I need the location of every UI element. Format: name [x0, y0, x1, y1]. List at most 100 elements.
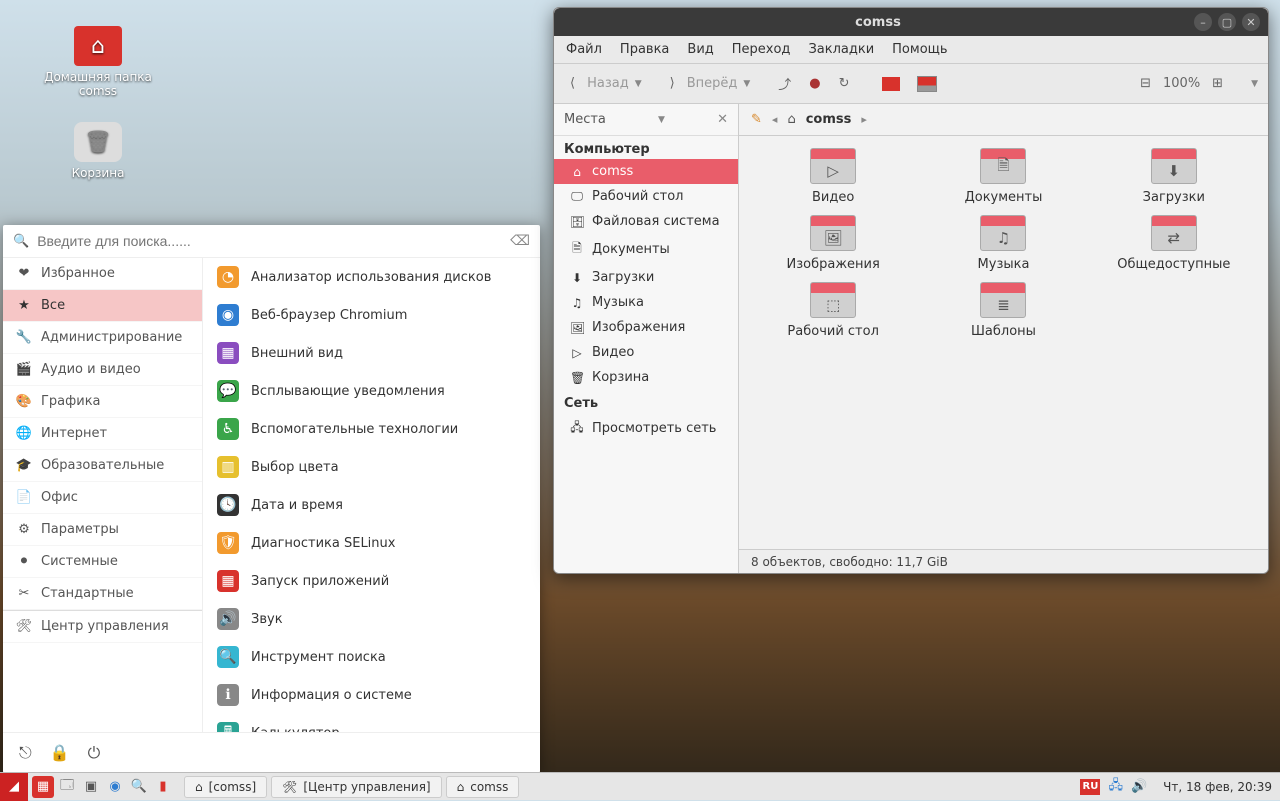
menubar-item[interactable]: Правка: [620, 42, 669, 57]
close-button[interactable]: ✕: [1242, 13, 1260, 31]
menu-app[interactable]: ◔Анализатор использования дисков: [203, 258, 540, 296]
file-item[interactable]: ⬇Загрузки: [1092, 148, 1256, 205]
file-item[interactable]: 🗎Документы: [921, 148, 1085, 205]
file-item[interactable]: ▷Видео: [751, 148, 915, 205]
menu-app[interactable]: 🔍Инструмент поиска: [203, 638, 540, 676]
taskbar-task[interactable]: 🛠[Центр управления]: [271, 776, 441, 798]
places-item[interactable]: 🖧Просмотреть сеть: [554, 413, 738, 444]
computer-toolbar-button[interactable]: [912, 73, 942, 95]
menu-app[interactable]: ◉Веб-браузер Chromium: [203, 296, 540, 334]
clear-search-icon[interactable]: ⌫: [510, 233, 530, 249]
back-history-drop[interactable]: ▼: [635, 79, 642, 89]
zoom-in-button[interactable]: ⊞: [1206, 72, 1229, 95]
view-mode-drop[interactable]: ▼: [1251, 79, 1258, 89]
maximize-button[interactable]: ▢: [1218, 13, 1236, 31]
path-bar: ✎ ◂ ⌂ comss ▸: [739, 104, 1268, 136]
taskbar-task[interactable]: ⌂[comss]: [184, 776, 267, 798]
home-toolbar-button[interactable]: [876, 73, 906, 95]
file-item[interactable]: ⇄Общедоступные: [1092, 215, 1256, 272]
menu-category[interactable]: 🔧Администрирование: [3, 322, 202, 354]
launcher-search-icon[interactable]: 🔍: [128, 776, 150, 798]
menubar-item[interactable]: Файл: [566, 42, 602, 57]
file-item[interactable]: ♫Музыка: [921, 215, 1085, 272]
desktop-icon-home[interactable]: ⌂ Домашняя папка comss: [38, 26, 158, 98]
places-item[interactable]: 🗎Документы: [554, 234, 738, 265]
launcher-browser-icon[interactable]: ◉: [104, 776, 126, 798]
menu-category[interactable]: ⚙Параметры: [3, 514, 202, 546]
file-item[interactable]: ⬚Рабочий стол: [751, 282, 915, 339]
power-button[interactable]: ⏻: [88, 743, 101, 763]
network-tray-icon[interactable]: 🖧: [1108, 776, 1123, 798]
menu-app[interactable]: 💬Всплывающие уведомления: [203, 372, 540, 410]
reload-button[interactable]: ↻: [833, 72, 856, 95]
path-next-icon[interactable]: ▸: [861, 113, 867, 126]
path-prev-icon[interactable]: ◂: [772, 113, 778, 126]
menu-category[interactable]: 📄Офис: [3, 482, 202, 514]
menu-app[interactable]: 🕓Дата и время: [203, 486, 540, 524]
places-item[interactable]: 🖵Рабочий стол: [554, 184, 738, 209]
menu-category[interactable]: ★Все: [3, 290, 202, 322]
launcher-workspace-icon[interactable]: ▦: [32, 776, 54, 798]
launcher-files-icon[interactable]: 🗔: [56, 776, 78, 798]
app-label: Диагностика SELinux: [251, 536, 395, 551]
menu-category[interactable]: 🛠Центр управления: [3, 610, 202, 643]
lock-button[interactable]: 🔒: [50, 743, 70, 763]
taskbar-task[interactable]: ⌂comss: [446, 776, 520, 798]
menu-app[interactable]: ▦Запуск приложений: [203, 562, 540, 600]
forward-button[interactable]: ⟩: [664, 72, 681, 95]
places-close-button[interactable]: ✕: [717, 112, 728, 127]
menu-category[interactable]: 🎓Образовательные: [3, 450, 202, 482]
folder-icon: ⇄: [1151, 215, 1197, 251]
path-home-icon[interactable]: ⌂: [787, 112, 795, 127]
menu-app[interactable]: ℹИнформация о системе: [203, 676, 540, 714]
launcher-terminal-icon[interactable]: ▣: [80, 776, 102, 798]
menu-app[interactable]: 🖩Калькулятор: [203, 714, 540, 732]
menu-category[interactable]: 🎬Аудио и видео: [3, 354, 202, 386]
menu-category[interactable]: ⚫Системные: [3, 546, 202, 578]
menubar-item[interactable]: Помощь: [892, 42, 947, 57]
menu-category[interactable]: 🌐Интернет: [3, 418, 202, 450]
keyboard-layout-indicator[interactable]: RU: [1080, 779, 1100, 795]
zoom-out-button[interactable]: ⊟: [1134, 72, 1157, 95]
menu-category[interactable]: 🎨Графика: [3, 386, 202, 418]
logout-button[interactable]: ⎋: [19, 743, 32, 763]
start-button[interactable]: ◢: [0, 773, 28, 801]
stop-button[interactable]: ●: [803, 72, 826, 95]
places-item[interactable]: ⌂comss: [554, 159, 738, 184]
places-item[interactable]: 🗄Файловая система: [554, 209, 738, 234]
path-crumb[interactable]: comss: [806, 112, 852, 127]
places-item[interactable]: ▷Видео: [554, 340, 738, 365]
places-item[interactable]: ⬇Загрузки: [554, 265, 738, 290]
menu-category[interactable]: ❤Избранное: [3, 258, 202, 290]
menubar-item[interactable]: Переход: [732, 42, 791, 57]
menubar-item[interactable]: Закладки: [808, 42, 874, 57]
menu-category[interactable]: ✂Стандартные: [3, 578, 202, 610]
places-drop-icon[interactable]: ▼: [658, 115, 665, 125]
search-input[interactable]: [37, 233, 502, 249]
file-item[interactable]: ≣Шаблоны: [921, 282, 1085, 339]
up-button[interactable]: ⤴: [772, 70, 797, 97]
desktop-icon-trash[interactable]: 🗑 Корзина: [38, 122, 158, 180]
launcher-app-icon[interactable]: ▮: [152, 776, 174, 798]
menubar-item[interactable]: Вид: [687, 42, 713, 57]
minimize-button[interactable]: –: [1194, 13, 1212, 31]
clock[interactable]: Чт, 18 фев, 20:39: [1155, 780, 1280, 794]
menu-app[interactable]: 🔊Звук: [203, 600, 540, 638]
edit-path-icon[interactable]: ✎: [751, 112, 762, 127]
menu-app[interactable]: 🛡Диагностика SELinux: [203, 524, 540, 562]
menu-app[interactable]: ▥Выбор цвета: [203, 448, 540, 486]
places-item[interactable]: 🖼Изображения: [554, 315, 738, 340]
place-label: Рабочий стол: [592, 189, 683, 204]
menu-app[interactable]: ♿Вспомогательные технологии: [203, 410, 540, 448]
category-icon: ❤: [15, 266, 33, 281]
window-titlebar[interactable]: comss – ▢ ✕: [554, 8, 1268, 36]
volume-tray-icon[interactable]: 🔊: [1131, 779, 1147, 794]
menu-app[interactable]: ▦Внешний вид: [203, 334, 540, 372]
task-icon: ⌂: [457, 780, 465, 794]
places-item[interactable]: ♫Музыка: [554, 290, 738, 315]
file-item[interactable]: 🖼Изображения: [751, 215, 915, 272]
places-item[interactable]: 🗑Корзина: [554, 365, 738, 390]
forward-history-drop[interactable]: ▼: [743, 79, 750, 89]
back-button[interactable]: ⟨: [564, 72, 581, 95]
place-label: Загрузки: [592, 270, 654, 285]
